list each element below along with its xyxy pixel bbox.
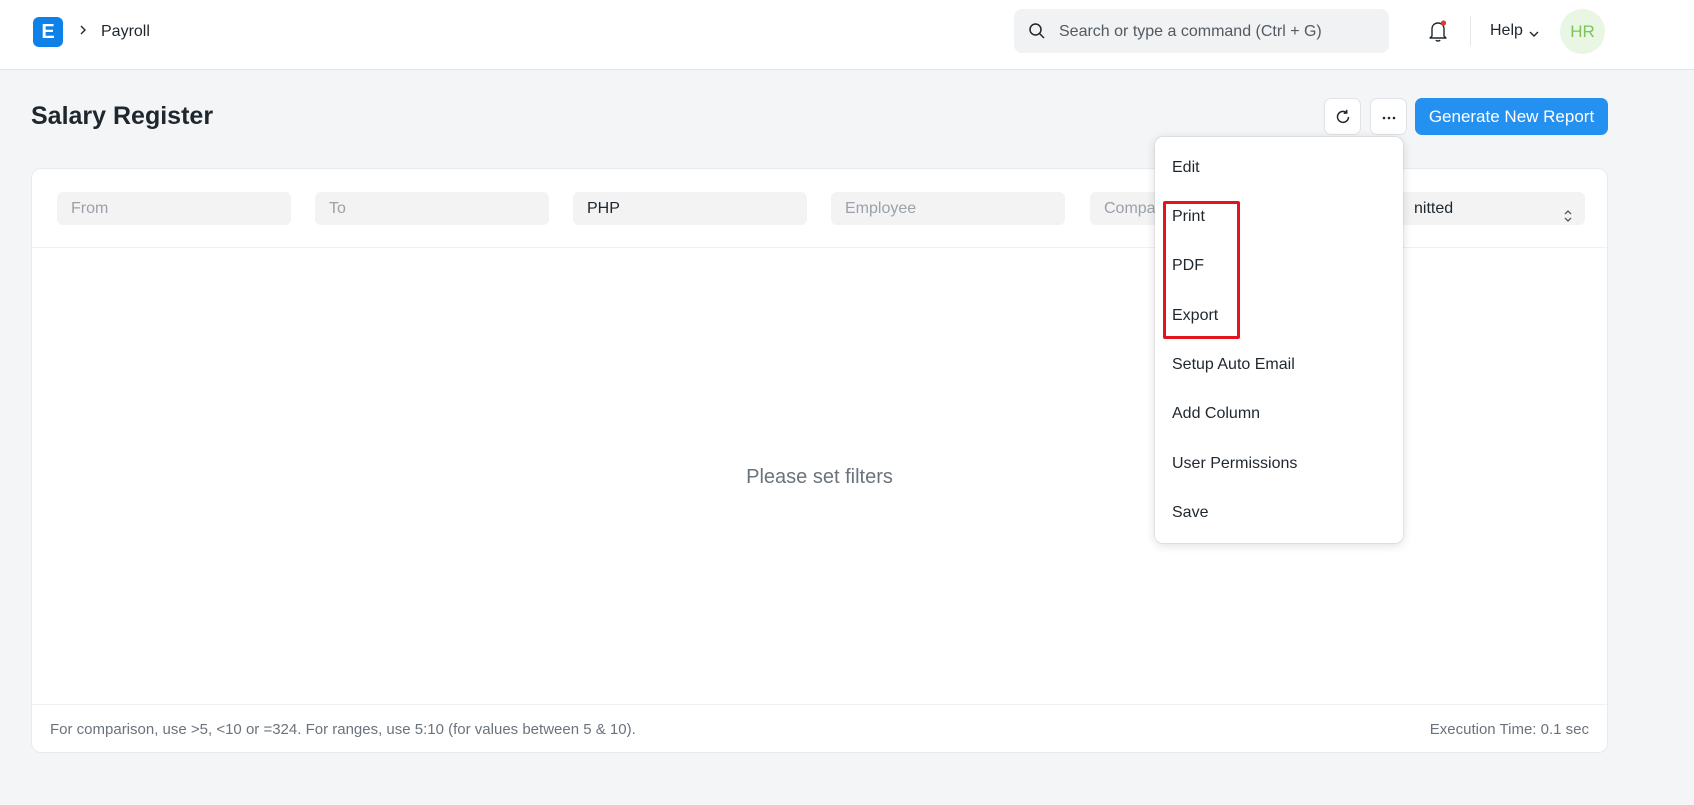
menu-item-setup-auto-email[interactable]: Setup Auto Email	[1172, 354, 1295, 376]
search-bar[interactable]: Search or type a command (Ctrl + G)	[1014, 9, 1389, 53]
menu-item-user-permissions[interactable]: User Permissions	[1172, 453, 1297, 475]
filter-hint: For comparison, use >5, <10 or =324. For…	[50, 721, 636, 738]
to-date-filter[interactable]: To	[315, 192, 549, 225]
more-actions-button[interactable]	[1370, 98, 1407, 135]
select-arrows-icon	[1563, 202, 1573, 222]
nav-divider	[1470, 16, 1471, 46]
docstatus-value: nitted	[1414, 200, 1454, 217]
from-date-filter[interactable]: From	[57, 192, 291, 225]
notification-bell-icon[interactable]	[1427, 19, 1449, 43]
navbar: E Payroll Search or type a command (Ctrl…	[0, 0, 1694, 70]
highlight-annotation	[1163, 201, 1240, 339]
menu-item-save[interactable]: Save	[1172, 502, 1208, 524]
docstatus-select[interactable]: nitted	[1372, 192, 1585, 225]
employee-filter[interactable]: Employee	[831, 192, 1065, 225]
page-title: Salary Register	[31, 102, 214, 130]
more-actions-menu: Edit Print PDF Export Setup Auto Email A…	[1155, 137, 1403, 543]
chevron-down-icon[interactable]	[1528, 26, 1540, 37]
footer-divider	[32, 704, 1607, 705]
search-input[interactable]: Search or type a command (Ctrl + G)	[1059, 22, 1322, 42]
user-avatar[interactable]: HR	[1560, 9, 1605, 54]
generate-new-report-button[interactable]: Generate New Report	[1415, 98, 1608, 135]
menu-item-edit[interactable]: Edit	[1172, 157, 1200, 179]
chevron-right-icon	[78, 22, 92, 40]
refresh-button[interactable]	[1324, 98, 1361, 135]
currency-filter[interactable]: PHP	[573, 192, 807, 225]
execution-time: Execution Time: 0.1 sec	[1429, 721, 1589, 738]
breadcrumb-payroll[interactable]: Payroll	[101, 22, 150, 42]
help-menu[interactable]: Help	[1490, 21, 1523, 41]
app-logo[interactable]: E	[33, 17, 63, 47]
search-icon	[1028, 22, 1046, 40]
menu-item-add-column[interactable]: Add Column	[1172, 403, 1260, 425]
